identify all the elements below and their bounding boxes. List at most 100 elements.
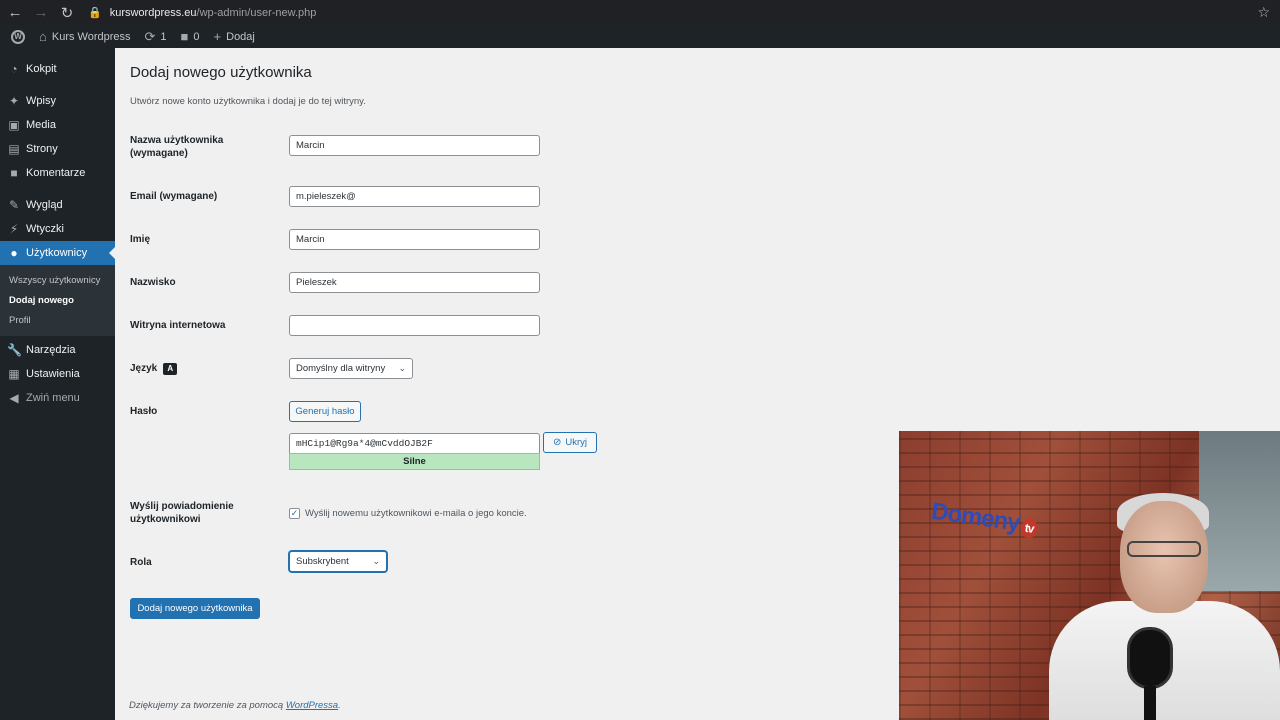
password-label: Hasło — [130, 406, 158, 417]
updates-icon: ⟳ — [144, 28, 156, 44]
first-name-field[interactable]: Marcin — [289, 229, 540, 250]
admin-sidebar: ◔ Kokpit ✦ Wpisy ▣ Media ▤ Strony ■ Kome… — [0, 48, 115, 720]
hide-password-button[interactable]: ⊘ Ukryj — [543, 432, 597, 453]
dashboard-icon: ◔ — [10, 62, 18, 76]
add-user-submit-button[interactable]: Dodaj nowego użytkownika — [130, 598, 260, 619]
home-icon: ⌂ — [39, 29, 47, 44]
presenter-head — [1120, 501, 1208, 613]
notify-checkbox[interactable]: ✓ — [289, 508, 300, 519]
forward-arrow-icon[interactable]: → — [30, 2, 52, 24]
sidebar-item-pages[interactable]: ▤ Strony — [0, 137, 115, 161]
language-label: Język — [130, 363, 158, 374]
sidebar-item-label: Ustawienia — [26, 368, 80, 380]
page-description: Utwórz nowe konto użytkownika i dodaj je… — [130, 96, 366, 107]
language-select[interactable]: Domyślny dla witryny ⌄ — [289, 358, 413, 379]
plugin-icon: ⚡ — [9, 222, 19, 236]
presenter-glasses — [1127, 541, 1201, 557]
page-title: Dodaj nowego użytkownika — [130, 64, 312, 81]
sidebar-item-label: Zwiń menu — [26, 392, 80, 404]
microphone-stand — [1144, 686, 1156, 720]
logo-text: Domeny — [929, 497, 1022, 537]
notify-label: Wyślij powiadomienie użytkownikowi — [130, 501, 234, 525]
role-label: Rola — [130, 557, 152, 568]
wp-admin-bar: W ⌂ Kurs Wordpress ⟳ 1 ■ 0 + Dodaj — [0, 25, 1280, 48]
sidebar-item-label: Strony — [26, 143, 58, 155]
lock-icon: 🔒 — [88, 7, 102, 19]
media-icon: ▣ — [8, 118, 20, 132]
back-arrow-icon[interactable]: ← — [4, 2, 26, 24]
settings-icon: ▦ — [8, 367, 20, 381]
generate-password-button[interactable]: Generuj hasło — [289, 401, 361, 422]
users-icon: ● — [10, 246, 18, 260]
collapse-icon: ◀ — [9, 391, 19, 405]
sidebar-item-label: Kokpit — [26, 63, 57, 75]
chevron-down-icon: ⌄ — [398, 363, 406, 373]
sidebar-item-tools[interactable]: 🔧 Narzędzia — [0, 338, 115, 362]
email-label: Email (wymagane) — [130, 191, 218, 202]
sidebar-item-plugins[interactable]: ⚡ Wtyczki — [0, 217, 115, 241]
users-submenu: Wszyscy użytkownicy Dodaj nowego Profil — [0, 265, 115, 336]
updates-link[interactable]: ⟳ 1 — [138, 25, 174, 48]
translate-icon: A — [163, 362, 178, 375]
last-name-field[interactable]: Pieleszek — [289, 272, 540, 293]
address-bar[interactable]: 🔒 kurswordpress.eu /wp-admin/user-new.ph… — [88, 2, 1257, 24]
domeny-tv-logo: Domeny tv — [930, 498, 1040, 541]
password-field[interactable]: mHCip1@Rg9a*4@mCvddOJB2F — [289, 433, 540, 453]
bookmark-star-icon[interactable]: ☆ — [1257, 4, 1270, 21]
sidebar-collapse-menu[interactable]: ◀ Zwiń menu — [0, 386, 115, 410]
comments-link[interactable]: ■ 0 — [174, 25, 207, 48]
first-name-label: Imię — [130, 234, 151, 245]
language-row-label: Język A — [130, 362, 178, 375]
pin-icon: ✦ — [8, 94, 20, 108]
new-content-link[interactable]: + Dodaj — [207, 25, 262, 48]
new-content-label: Dodaj — [226, 30, 255, 43]
brush-icon: ✎ — [8, 198, 20, 212]
wordpress-link[interactable]: WordPressa — [286, 700, 338, 711]
sidebar-item-dashboard[interactable]: ◔ Kokpit — [0, 57, 115, 81]
language-selected-value: Domyślny dla witryny — [296, 363, 386, 374]
email-field[interactable]: m.pieleszek@ — [289, 186, 540, 207]
sidebar-item-label: Narzędzia — [26, 344, 76, 356]
submenu-all-users[interactable]: Wszyscy użytkownicy — [0, 270, 115, 290]
notify-checkbox-label[interactable]: Wyślij nowemu użytkownikowi e-maila o je… — [305, 508, 527, 519]
role-select[interactable]: Subskrybent ⌄ — [289, 551, 387, 572]
url-host: kurswordpress.eu — [109, 6, 197, 19]
chevron-down-icon: ⌄ — [372, 556, 380, 566]
submenu-add-new[interactable]: Dodaj nowego — [0, 290, 115, 310]
sidebar-item-label: Wpisy — [26, 95, 56, 107]
username-field[interactable]: Marcin — [289, 135, 540, 156]
office-window — [1199, 431, 1280, 591]
sidebar-item-users[interactable]: ● Użytkownicy — [0, 241, 115, 265]
sidebar-item-label: Wtyczki — [26, 223, 64, 235]
sidebar-item-label: Użytkownicy — [26, 247, 88, 259]
plus-icon: + — [213, 29, 222, 44]
sidebar-item-settings[interactable]: ▦ Ustawienia — [0, 362, 115, 386]
sidebar-item-label: Media — [26, 119, 56, 131]
password-strength-meter: Silne — [289, 453, 540, 470]
sidebar-item-label: Komentarze — [26, 167, 86, 179]
microphone — [1127, 627, 1173, 689]
website-label: Witryna internetowa — [130, 320, 226, 331]
eye-slash-icon: ⊘ — [552, 437, 562, 448]
comment-icon: ■ — [10, 166, 18, 180]
website-field[interactable] — [289, 315, 540, 336]
admin-footer: Dziękujemy za tworzenie za pomocą WordPr… — [129, 700, 341, 711]
reload-icon[interactable]: ↻ — [56, 2, 78, 24]
wordpress-logo-icon: W — [11, 29, 25, 44]
submenu-profile[interactable]: Profil — [0, 310, 115, 330]
site-name: Kurs Wordpress — [51, 30, 131, 43]
sidebar-item-comments[interactable]: ■ Komentarze — [0, 161, 115, 185]
logo-badge: tv — [1019, 517, 1039, 540]
site-name-link[interactable]: ⌂ Kurs Wordpress — [32, 25, 138, 48]
hide-password-label: Ukryj — [565, 437, 588, 448]
comment-bubble-icon: ■ — [180, 29, 189, 44]
wp-logo-menu[interactable]: W — [0, 25, 32, 48]
page-icon: ▤ — [8, 142, 20, 156]
sidebar-item-appearance[interactable]: ✎ Wygląd — [0, 193, 115, 217]
footer-text: Dziękujemy za tworzenie za pomocą — [129, 700, 284, 711]
footer-end: . — [338, 700, 341, 711]
sidebar-item-posts[interactable]: ✦ Wpisy — [0, 89, 115, 113]
url-path: /wp-admin/user-new.php — [196, 6, 317, 19]
sidebar-item-media[interactable]: ▣ Media — [0, 113, 115, 137]
updates-count: 1 — [160, 30, 167, 43]
